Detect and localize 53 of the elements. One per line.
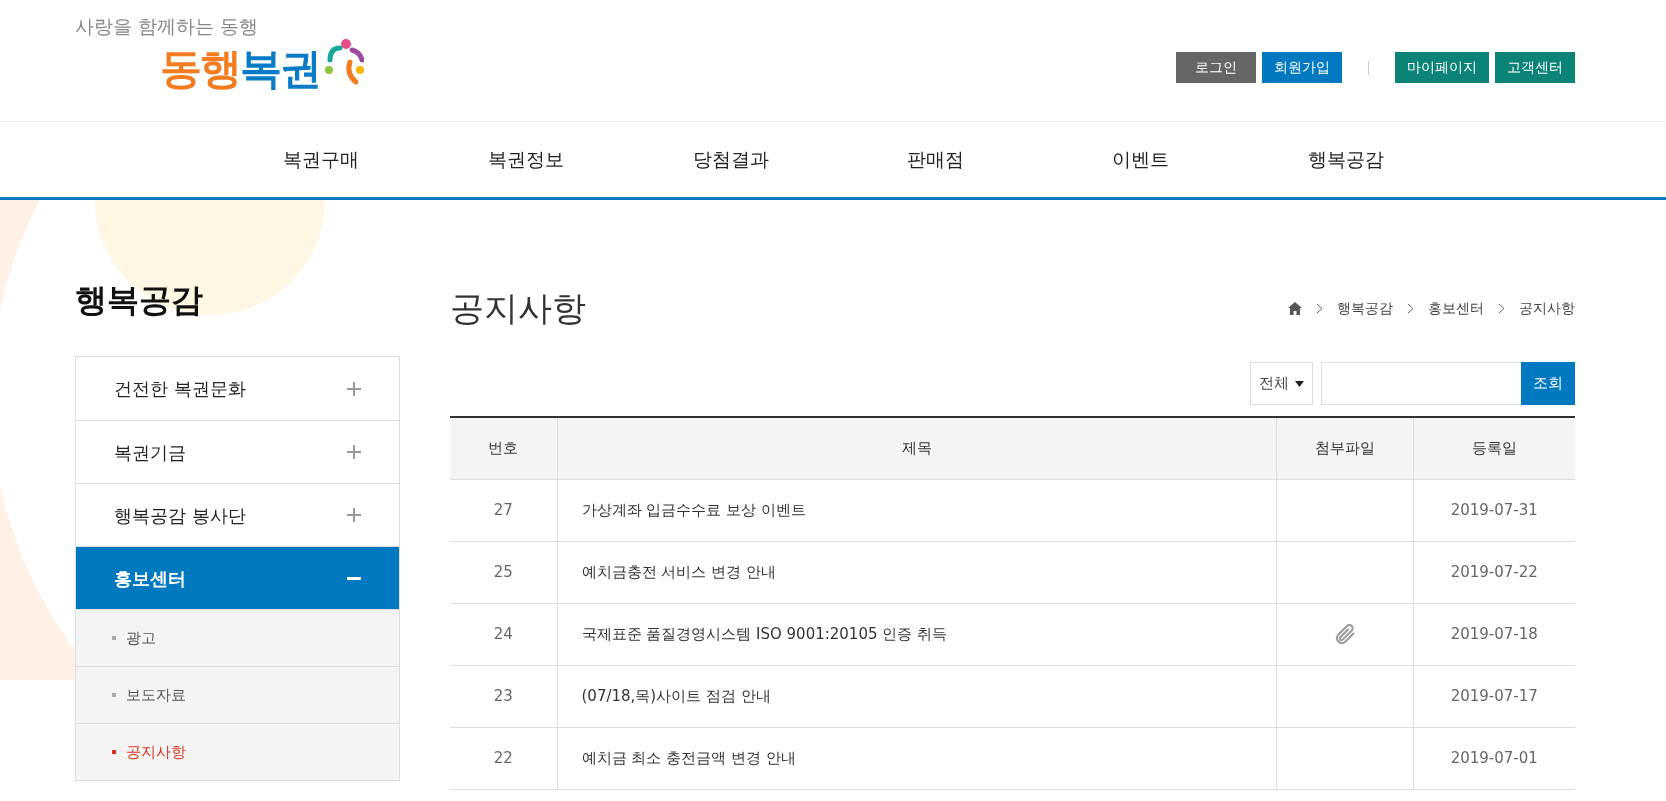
breadcrumb-link[interactable]: 공지사항 (1519, 297, 1575, 319)
nav-link[interactable]: 복권구매 (218, 145, 423, 174)
column-header: 등록일 (1413, 417, 1575, 479)
table-cell: 2019-07-31 (1413, 479, 1575, 541)
search-field[interactable] (1321, 362, 1521, 405)
nav-link[interactable]: 판매점 (833, 145, 1038, 174)
table-cell: 2019-07-01 (1413, 727, 1575, 789)
submenu-item[interactable]: 광고 (76, 609, 399, 666)
header-button[interactable]: 회원가입 (1262, 52, 1342, 83)
table-cell: 27 (450, 479, 557, 541)
page-title: 공지사항 (450, 286, 586, 330)
plus-icon (347, 381, 361, 396)
header-button[interactable]: 마이페이지 (1395, 52, 1489, 83)
home-icon[interactable] (1288, 301, 1302, 315)
chevron-icon (1498, 302, 1505, 314)
table-cell: 23 (450, 665, 557, 727)
notice-title-link[interactable]: 가상계좌 입금수수료 보상 이벤트 (557, 479, 1276, 541)
table-cell: 2019-07-17 (1413, 665, 1575, 727)
notice-title-link[interactable]: 예치금충전 서비스 변경 안내 (557, 541, 1276, 603)
caret-icon (1295, 380, 1304, 387)
header-button[interactable]: 고객센터 (1495, 52, 1575, 83)
table-cell: 24 (450, 603, 557, 665)
nav-link[interactable]: 행복공감 (1243, 145, 1448, 174)
notice-title-link[interactable]: (07/18,목)사이트 점검 안내 (557, 665, 1276, 727)
logo-text[interactable]: 동행복권 (160, 36, 320, 100)
plus-icon (347, 445, 361, 459)
nav-link[interactable]: 당첨결과 (628, 145, 833, 174)
notice-title-link[interactable]: 예치금 최소 충전금액 변경 안내 (557, 727, 1276, 789)
nav-link[interactable]: 복권정보 (423, 145, 628, 174)
chevron-icon (1407, 302, 1414, 314)
search-button[interactable]: 조회 (1521, 362, 1575, 405)
table-cell: 2019-07-18 (1413, 603, 1575, 665)
table-cell: 25 (450, 541, 557, 603)
column-header: 제목 (557, 417, 1276, 479)
submenu-item[interactable]: 보도자료 (76, 666, 399, 723)
plus-icon (347, 508, 361, 522)
breadcrumb-link[interactable]: 홍보센터 (1428, 297, 1484, 319)
logo-tagline: 사랑을 함께하는 동행 (75, 14, 260, 39)
sidebar-title: 행복공감 (75, 280, 204, 321)
header-button[interactable]: 로그인 (1176, 52, 1256, 83)
minus-icon (347, 576, 361, 580)
column-header: 첨부파일 (1276, 417, 1413, 479)
breadcrumb-link[interactable]: 행복공감 (1337, 297, 1393, 319)
notice-title-link[interactable]: 국제표준 품질경영시스템 ISO 9001:20105 인증 취득 (557, 603, 1276, 665)
submenu-item[interactable]: 공지사항 (76, 723, 399, 780)
table-cell: 22 (450, 727, 557, 789)
filter-dropdown[interactable]: 전체 (1250, 362, 1313, 405)
chevron-icon (1316, 302, 1323, 314)
logo-figures-icon (323, 37, 364, 88)
column-header: 번호 (450, 417, 557, 479)
nav-link[interactable]: 이벤트 (1038, 145, 1243, 174)
table-cell: 2019-07-22 (1413, 541, 1575, 603)
sidebar-item[interactable]: 홍보센터 (76, 546, 399, 609)
